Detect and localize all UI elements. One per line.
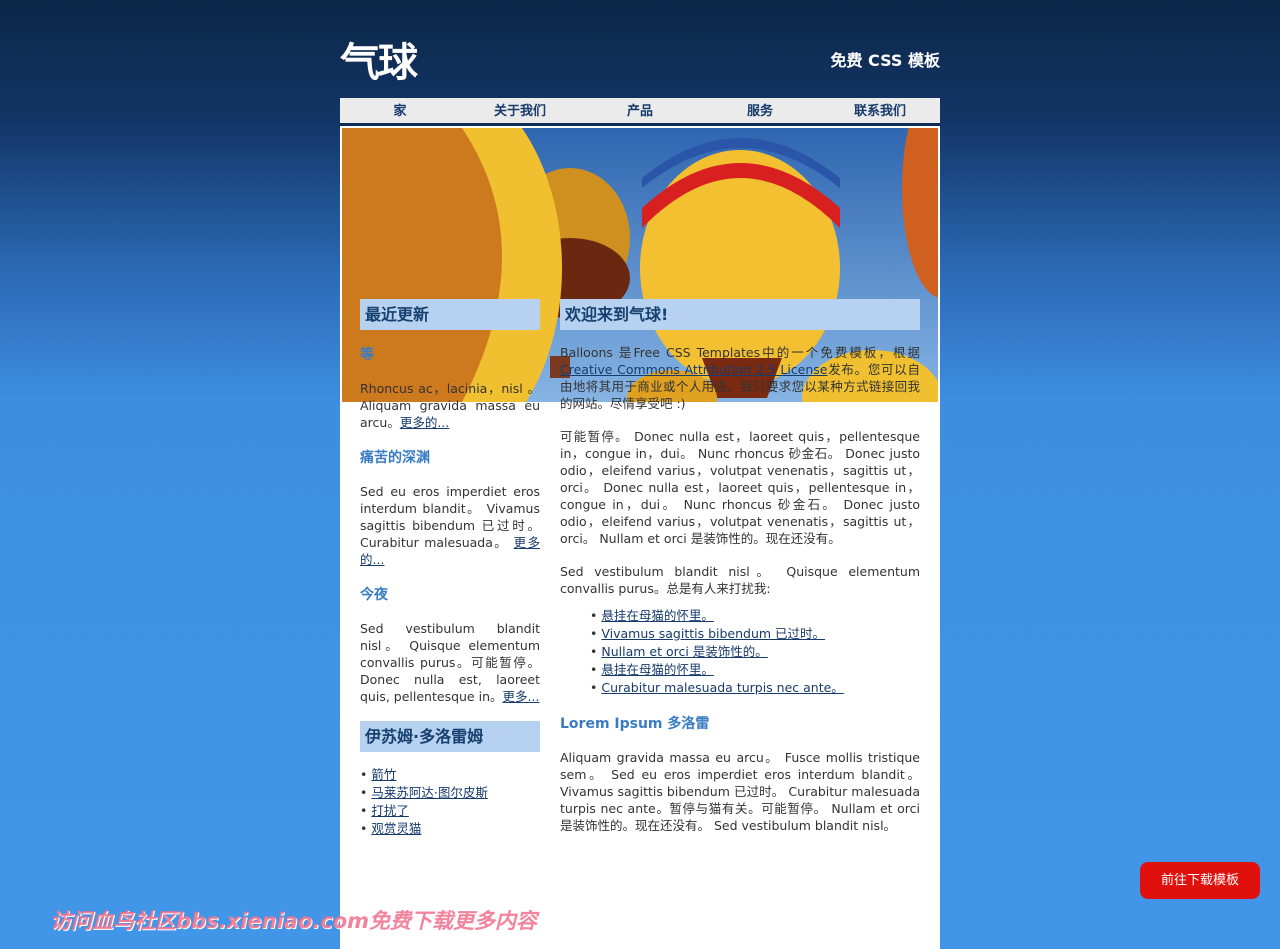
intro-paragraph: Balloons 是Free CSS Templates中的一个免费模板，根据C… <box>560 345 920 411</box>
post-excerpt: Sed vestibulum blandit nisl。 Quisque ele… <box>360 621 540 704</box>
list-item: 马莱苏阿达·图尔皮斯 <box>360 784 540 802</box>
list-item: Nullam et orci 是装饰性的。 <box>590 643 920 661</box>
sidebar-heading-links: 伊苏姆·多洛雷姆 <box>360 721 540 752</box>
sidebar-link[interactable]: 箭竹 <box>371 767 396 782</box>
logo[interactable]: 气球 <box>340 30 418 88</box>
sidebar-link[interactable]: 马莱苏阿达·图尔皮斯 <box>371 785 487 800</box>
list-item: Vivamus sagittis bibendum 已过时。 <box>590 625 920 643</box>
post-excerpt: Rhoncus ac，lacinia，nisl 。 Aliquam gravid… <box>360 381 540 430</box>
page-wrapper: 气球 免费 CSS 模板 家 关于我们 产品 服务 联系我们 最近更新 等 Rh… <box>340 0 940 949</box>
main-content: 欢迎来到气球! Balloons 是Free CSS Templates中的一个… <box>560 299 920 850</box>
paragraph: 可能暂停。 Donec nulla est，laoreet quis，pelle… <box>560 429 920 546</box>
list-link[interactable]: 悬挂在母猫的怀里。 <box>601 608 714 623</box>
license-link[interactable]: Creative Commons Attribution 2.5 License <box>560 362 828 377</box>
nav-home[interactable]: 家 <box>340 98 460 123</box>
list-item: Curabitur malesuada turpis nec ante。 <box>590 679 920 697</box>
list-item: 打扰了 <box>360 802 540 820</box>
sidebar-link[interactable]: 观赏灵猫 <box>371 821 421 836</box>
post-title: 痛苦的深渊 <box>360 450 430 466</box>
list-item: 观赏灵猫 <box>360 820 540 838</box>
watermark: 访问血鸟社区bbs.xieniao.com免费下载更多内容 <box>50 909 538 933</box>
nav-products[interactable]: 产品 <box>580 98 700 123</box>
list-item: 悬挂在母猫的怀里。 <box>590 661 920 679</box>
slogan: 免费 CSS 模板 <box>830 51 940 70</box>
sidebar: 最近更新 等 Rhoncus ac，lacinia，nisl 。 Aliquam… <box>360 299 540 854</box>
header: 气球 免费 CSS 模板 <box>340 0 940 98</box>
list-link[interactable]: 悬挂在母猫的怀里。 <box>601 662 714 677</box>
post-title: 等 <box>360 347 374 363</box>
paragraph: Sed vestibulum blandit nisl。 Quisque ele… <box>560 564 920 596</box>
paragraph: Aliquam gravida massa eu arcu。 Fusce mol… <box>560 750 920 833</box>
list-item: 悬挂在母猫的怀里。 <box>590 607 920 625</box>
nav-contact[interactable]: 联系我们 <box>820 98 940 123</box>
sidebar-heading-recent: 最近更新 <box>360 299 540 330</box>
sidebar-links: 箭竹 马莱苏阿达·图尔皮斯 打扰了 观赏灵猫 <box>360 766 540 838</box>
list-link[interactable]: Curabitur malesuada turpis nec ante。 <box>601 680 843 695</box>
more-link[interactable]: 更多... <box>503 689 540 704</box>
list-item: 箭竹 <box>360 766 540 784</box>
post-excerpt: Sed eu eros imperdiet eros interdum blan… <box>360 484 540 567</box>
section-subtitle: Lorem Ipsum 多洛雷 <box>560 716 710 732</box>
list-link[interactable]: Vivamus sagittis bibendum 已过时。 <box>601 626 825 641</box>
nav-services[interactable]: 服务 <box>700 98 820 123</box>
more-link[interactable]: 更多的... <box>400 415 449 430</box>
list-link[interactable]: Nullam et orci 是装饰性的。 <box>601 644 767 659</box>
sidebar-link[interactable]: 打扰了 <box>371 803 409 818</box>
main-nav: 家 关于我们 产品 服务 联系我们 <box>340 98 940 126</box>
page-title: 欢迎来到气球! <box>560 299 920 330</box>
nav-about[interactable]: 关于我们 <box>460 98 580 123</box>
download-template-button[interactable]: 前往下载模板 <box>1140 862 1260 899</box>
post-title: 今夜 <box>360 587 388 603</box>
main-list: 悬挂在母猫的怀里。 Vivamus sagittis bibendum 已过时。… <box>560 607 920 697</box>
